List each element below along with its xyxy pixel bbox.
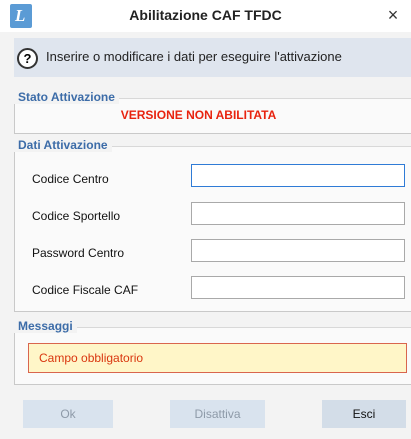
codice-sportello-input[interactable] (191, 202, 405, 225)
esci-button[interactable]: Esci (322, 400, 406, 428)
codice-sportello-label: Codice Sportello (32, 209, 121, 223)
dialog-window: L Abilitazione CAF TFDC × ? Inserire o m… (0, 0, 411, 439)
message-box: Campo obbligatorio (28, 343, 407, 373)
dati-attivazione-legend: Dati Attivazione (14, 138, 112, 152)
disattiva-button[interactable]: Disattiva (170, 400, 265, 428)
message-text: Campo obbligatorio (39, 351, 144, 365)
messaggi-legend: Messaggi (14, 319, 77, 333)
codice-centro-input[interactable] (191, 164, 405, 187)
window-title: Abilitazione CAF TFDC (129, 7, 282, 23)
activation-status: VERSIONE NON ABILITATA (120, 108, 277, 122)
info-bar: ? Inserire o modificare i dati per esegu… (14, 38, 411, 77)
info-text: Inserire o modificare i dati per eseguir… (46, 49, 342, 64)
title-bar[interactable]: L Abilitazione CAF TFDC × (0, 0, 411, 32)
close-icon[interactable]: × (382, 4, 404, 26)
codice-fiscale-caf-input[interactable] (191, 276, 405, 299)
password-centro-input[interactable] (191, 239, 405, 262)
codice-centro-label: Codice Centro (32, 172, 109, 186)
stato-attivazione-legend: Stato Attivazione (14, 90, 119, 104)
codice-fiscale-caf-label: Codice Fiscale CAF (32, 283, 139, 297)
ok-button[interactable]: Ok (23, 400, 113, 428)
password-centro-label: Password Centro (32, 246, 125, 260)
question-icon: ? (17, 48, 38, 69)
